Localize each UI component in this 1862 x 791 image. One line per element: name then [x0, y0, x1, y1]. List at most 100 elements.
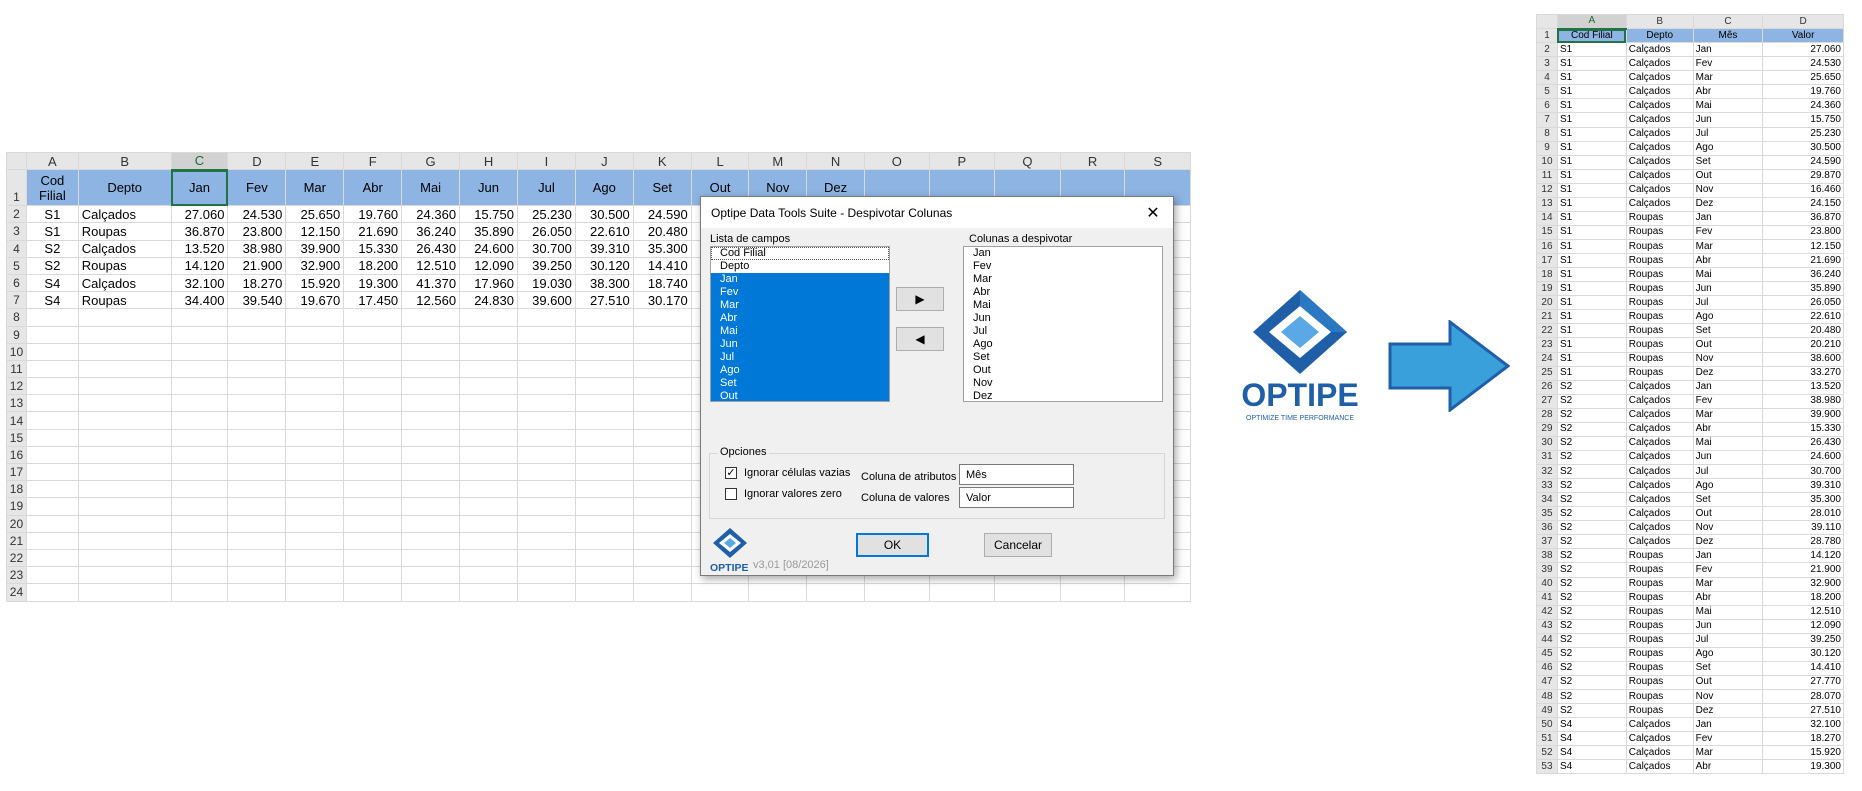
data-cell[interactable]: 21.900 — [227, 256, 287, 275]
empty-cell[interactable] — [227, 497, 287, 516]
data-cell[interactable]: Nov — [1692, 520, 1764, 536]
empty-cell[interactable] — [170, 514, 229, 533]
row-header[interactable]: 21 — [1536, 309, 1558, 325]
data-cell[interactable]: Roupas — [1625, 309, 1694, 325]
row-header[interactable]: 32 — [1536, 463, 1558, 480]
empty-cell[interactable] — [516, 462, 576, 482]
empty-cell[interactable] — [77, 480, 172, 499]
empty-cell[interactable] — [77, 411, 172, 430]
data-cell[interactable]: S1 — [1556, 70, 1627, 86]
empty-cell[interactable] — [170, 325, 229, 344]
row-header[interactable]: 6 — [1536, 98, 1558, 114]
empty-cell[interactable] — [227, 411, 287, 430]
empty-cell[interactable] — [170, 548, 229, 568]
data-cell[interactable]: 30.120 — [574, 256, 634, 275]
field-list-item[interactable]: Jan — [711, 273, 889, 286]
data-cell[interactable]: Nov — [1692, 182, 1764, 198]
data-cell[interactable]: 12.150 — [285, 222, 345, 241]
data-cell[interactable]: S1 — [1556, 98, 1627, 114]
data-cell[interactable]: 24.590 — [1762, 154, 1844, 170]
empty-cell[interactable] — [516, 583, 576, 602]
data-cell[interactable]: 18.200 — [1762, 590, 1844, 606]
empty-cell[interactable] — [401, 583, 461, 602]
data-cell[interactable]: S2 — [25, 256, 79, 275]
row-header[interactable]: 16 — [6, 445, 27, 465]
data-cell[interactable]: S2 — [1556, 674, 1627, 691]
row-header[interactable]: 51 — [1536, 731, 1558, 747]
row-header[interactable]: 46 — [1536, 660, 1558, 676]
data-cell[interactable]: Calçados — [1625, 182, 1694, 198]
data-cell[interactable]: Roupas — [77, 256, 172, 275]
data-cell[interactable]: Jun — [1692, 112, 1764, 128]
data-cell[interactable]: 39.310 — [1762, 478, 1844, 494]
data-cell[interactable]: S1 — [1556, 84, 1627, 100]
empty-cell[interactable] — [285, 325, 345, 344]
data-cell[interactable]: S2 — [1556, 407, 1627, 423]
unpivot-list-item[interactable]: Ago — [964, 338, 1162, 351]
empty-cell[interactable] — [170, 583, 229, 602]
value-column-input[interactable]: Valor — [959, 487, 1074, 508]
data-cell[interactable]: 18.200 — [343, 256, 403, 275]
empty-cell[interactable] — [632, 325, 692, 344]
empty-cell[interactable] — [170, 377, 229, 396]
data-cell[interactable]: 30.700 — [516, 239, 576, 258]
row-header[interactable]: 20 — [6, 514, 27, 533]
empty-cell[interactable] — [285, 514, 345, 533]
row-header[interactable]: 23 — [6, 566, 27, 585]
empty-cell[interactable] — [170, 531, 229, 550]
data-cell[interactable]: Ago — [1692, 140, 1764, 156]
field-list-item[interactable]: Ago — [711, 364, 889, 377]
empty-cell[interactable] — [343, 480, 403, 499]
data-cell[interactable]: 24.530 — [227, 205, 287, 224]
empty-cell[interactable] — [401, 514, 461, 533]
column-header-i[interactable]: I — [516, 151, 576, 171]
data-cell[interactable]: 15.750 — [1762, 112, 1844, 128]
empty-cell[interactable] — [459, 342, 518, 361]
data-cell[interactable]: Out — [1692, 674, 1764, 691]
row-header[interactable]: 2 — [1536, 42, 1558, 58]
empty-cell[interactable] — [516, 548, 576, 568]
data-cell[interactable]: 15.330 — [1762, 421, 1844, 437]
data-cell[interactable]: Jul — [1692, 126, 1764, 142]
empty-cell[interactable] — [170, 497, 229, 516]
empty-cell[interactable] — [170, 411, 229, 430]
row-header[interactable]: 19 — [1536, 281, 1558, 297]
empty-cell[interactable] — [170, 462, 229, 482]
data-cell[interactable]: Calçados — [1625, 393, 1694, 409]
data-cell[interactable]: Roupas — [1625, 253, 1694, 269]
data-cell[interactable]: Calçados — [1625, 492, 1694, 508]
empty-cell[interactable] — [170, 566, 229, 585]
data-cell[interactable]: 18.270 — [1762, 731, 1844, 747]
add-column-button[interactable]: ▶ — [896, 287, 944, 311]
empty-cell[interactable] — [459, 428, 518, 447]
data-cell[interactable]: Roupas — [1625, 351, 1694, 367]
data-cell[interactable]: Calçados — [77, 273, 172, 293]
data-cell[interactable]: Jan — [1692, 210, 1764, 226]
empty-cell[interactable] — [574, 411, 634, 430]
header-cell[interactable]: Abr — [343, 169, 403, 207]
empty-cell[interactable] — [343, 566, 403, 585]
data-cell[interactable]: Jun — [1692, 449, 1764, 466]
empty-cell[interactable] — [401, 462, 461, 482]
row-header[interactable]: 29 — [1536, 421, 1558, 437]
data-cell[interactable]: Roupas — [1625, 632, 1694, 648]
data-cell[interactable]: Roupas — [1625, 646, 1694, 662]
row-header[interactable]: 13 — [1536, 196, 1558, 212]
row-header[interactable]: 16 — [1536, 238, 1558, 255]
row-header[interactable]: 3 — [6, 222, 27, 241]
empty-cell[interactable] — [227, 583, 287, 602]
empty-cell[interactable] — [632, 514, 692, 533]
empty-cell[interactable] — [632, 531, 692, 550]
empty-cell[interactable] — [77, 531, 172, 550]
empty-cell[interactable] — [632, 566, 692, 585]
row-header[interactable]: 18 — [6, 480, 27, 499]
row-header[interactable]: 9 — [1536, 140, 1558, 156]
empty-cell[interactable] — [170, 480, 229, 499]
row-header[interactable]: 5 — [6, 256, 27, 275]
data-cell[interactable]: Calçados — [1625, 421, 1694, 437]
data-cell[interactable]: Roupas — [1625, 337, 1694, 353]
data-cell[interactable]: Calçados — [1625, 379, 1694, 395]
unpivot-list-item[interactable]: Mar — [964, 273, 1162, 286]
data-cell[interactable]: 21.690 — [343, 222, 403, 241]
empty-cell[interactable] — [516, 394, 576, 413]
